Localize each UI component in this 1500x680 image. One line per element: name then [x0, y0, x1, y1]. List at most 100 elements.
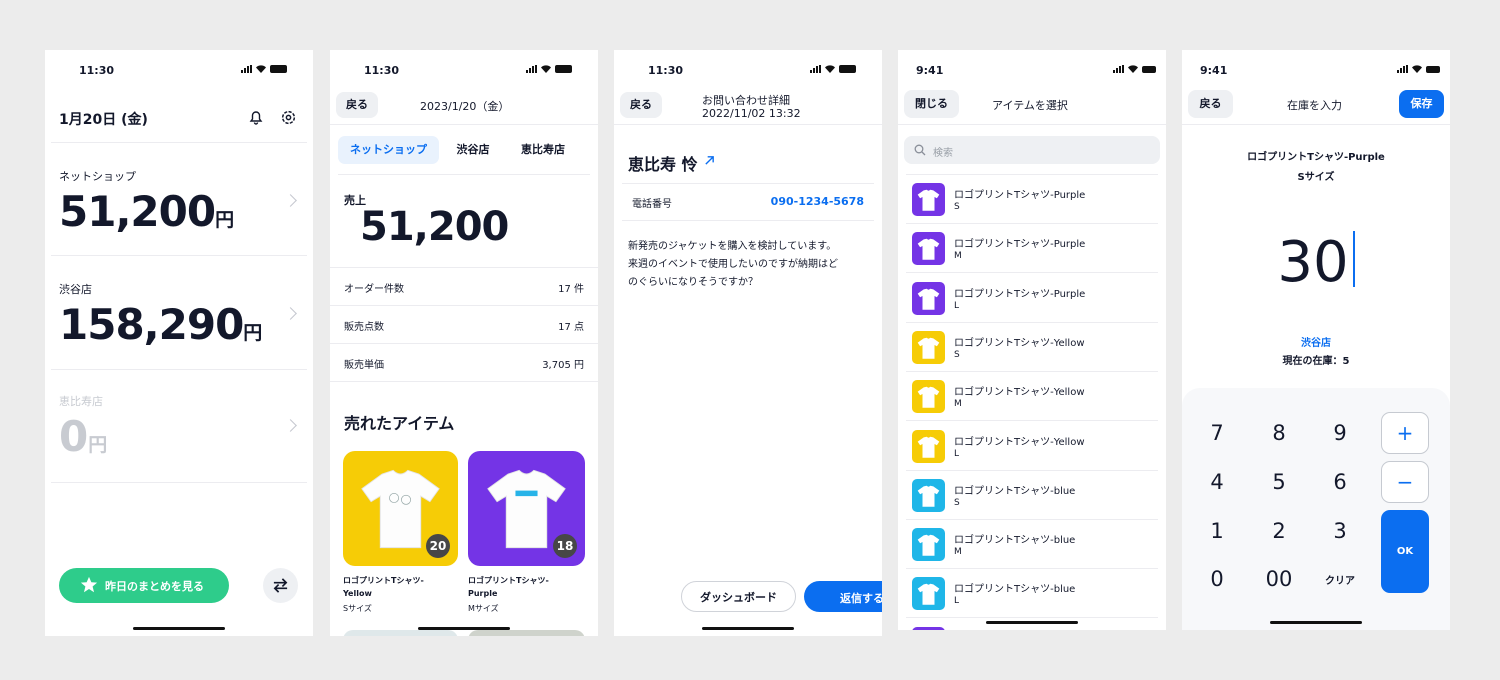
list-item[interactable]: ロゴプリントTシャツ-Purple M: [898, 224, 1166, 274]
key-1[interactable]: 1: [1197, 519, 1237, 543]
list-item[interactable]: ロゴプリントTシャツ-Purple L: [898, 274, 1166, 323]
list-item[interactable]: ロゴプリントTシャツ-Yellow M: [898, 372, 1166, 422]
divider: [51, 482, 307, 483]
tshirt-icon: [917, 189, 940, 211]
list-item[interactable]: ロゴプリントTシャツ-blue M: [898, 520, 1166, 570]
battery-icon: [1426, 65, 1440, 73]
divider: [330, 124, 598, 125]
key-00[interactable]: 00: [1254, 567, 1304, 591]
item-size: Mサイズ: [468, 604, 499, 613]
battery-icon: [555, 65, 572, 73]
summary-button[interactable]: 昨日のまとめを見る: [59, 568, 229, 603]
key-7[interactable]: 7: [1197, 421, 1237, 445]
back-button[interactable]: 戻る: [336, 92, 378, 118]
status-time: 11:30: [364, 64, 400, 77]
stock-value-display[interactable]: 30: [1182, 230, 1450, 295]
key-0[interactable]: 0: [1197, 567, 1237, 591]
list-item[interactable]: ロゴプリントTシャツ-Yellow S: [898, 323, 1166, 372]
key-9[interactable]: 9: [1320, 421, 1360, 445]
item-name: ロゴプリントTシャツ-Purple: [954, 288, 1086, 300]
divider: [622, 183, 874, 184]
ok-button[interactable]: OK: [1381, 510, 1429, 593]
back-button[interactable]: 戻る: [1188, 90, 1233, 118]
signal-icon: [1397, 65, 1408, 73]
status-bar: 11:30: [45, 64, 313, 78]
tab-netshop[interactable]: ネットショップ: [338, 136, 439, 164]
store-card-shibuya[interactable]: 渋谷店 158,290円: [45, 256, 313, 369]
key-4[interactable]: 4: [1197, 470, 1237, 494]
summary-button-label: 昨日のまとめを見る: [105, 580, 204, 593]
item-name: ロゴプリントTシャツ-blue: [954, 485, 1076, 497]
status-time: 11:30: [648, 64, 684, 77]
tshirt-icon: [917, 584, 940, 606]
plus-button[interactable]: +: [1381, 412, 1429, 454]
battery-icon: [839, 65, 856, 73]
list-item[interactable]: ロゴプリントTシャツ-Yellow L: [898, 422, 1166, 471]
store-amount: 158,290円: [59, 300, 262, 349]
customer-name[interactable]: 恵比寿 怜: [628, 151, 698, 175]
screen-inquiry-detail: 11:30 戻る お問い合わせ詳細 2022/11/02 13:32 恵比寿 怜…: [614, 50, 882, 636]
metric-row: 販売単価 3,705 円: [330, 344, 598, 382]
bell-icon[interactable]: [248, 109, 264, 125]
key-5[interactable]: 5: [1259, 470, 1299, 494]
switch-button[interactable]: [263, 568, 298, 603]
home-indicator: [986, 621, 1078, 624]
screen-item-select: 9:41 閉じる アイテムを選択 検索 ロゴプリントTシャツ-Purple S ロゴ…: [898, 50, 1166, 630]
item-thumbnail: [912, 528, 945, 562]
sold-item-card[interactable]: 20 ロゴプリントTシャツ-Yellow Sサイズ: [343, 451, 458, 614]
list-item-partial-thumb: [912, 627, 945, 630]
save-button[interactable]: 保存: [1399, 90, 1444, 118]
amount-value: 0: [59, 412, 89, 461]
minus-button[interactable]: −: [1381, 461, 1429, 503]
dashboard-button[interactable]: ダッシュボード: [681, 581, 796, 612]
item-size: L: [954, 596, 960, 607]
item-name: ロゴプリントTシャツ-Purple: [954, 190, 1086, 201]
metric-row: オーダー件数 17 件: [330, 268, 598, 306]
list-item[interactable]: ロゴプリントTシャツ-Purple S: [898, 175, 1166, 224]
key-8[interactable]: 8: [1259, 421, 1299, 445]
sold-item-card[interactable]: 18 ロゴプリントTシャツ-Purple Mサイズ: [468, 451, 585, 614]
list-item[interactable]: ロゴプリントTシャツ-blue S: [898, 471, 1166, 520]
divider: [1182, 124, 1450, 125]
wifi-icon: [256, 65, 266, 73]
search-field[interactable]: 検索: [904, 136, 1160, 164]
metric-label: オーダー件数: [344, 284, 404, 295]
message-line: のぐらいになりそうですか？: [628, 277, 758, 288]
store-card-netshop[interactable]: ネットショップ 51,200円: [45, 143, 313, 255]
back-button[interactable]: 戻る: [620, 92, 662, 118]
metric-value: 17 点: [558, 322, 584, 333]
key-clear[interactable]: クリア: [1315, 572, 1365, 587]
item-name: ロゴプリントTシャツ-Yellow: [954, 436, 1085, 448]
metric-label: 販売単価: [344, 360, 384, 371]
sales-value: 51,200: [360, 204, 509, 250]
reply-button[interactable]: 返信する: [804, 581, 882, 612]
tab-ebisu[interactable]: 恵比寿店: [512, 136, 574, 164]
signal-icon: [810, 65, 821, 73]
store-name: 恵比寿店: [59, 395, 103, 408]
key-2[interactable]: 2: [1259, 519, 1299, 543]
item-name: ロゴプリントTシャツ-Yellow: [954, 337, 1085, 349]
gear-icon[interactable]: [280, 109, 297, 126]
item-name: ロゴプリントTシャツ-Purple: [954, 239, 1086, 251]
close-button[interactable]: 閉じる: [904, 90, 959, 118]
item-size: S: [954, 497, 960, 508]
signal-icon: [1113, 65, 1124, 73]
list-item[interactable]: ロゴプリントTシャツ-blue L: [898, 569, 1166, 619]
store-card-ebisu[interactable]: 恵比寿店 0円: [45, 370, 313, 482]
phone-link[interactable]: 090-1234-5678: [771, 195, 864, 208]
key-6[interactable]: 6: [1320, 470, 1360, 494]
status-bar: 9:41: [898, 64, 1166, 78]
item-size: M: [954, 547, 962, 558]
metric-label: 販売点数: [344, 322, 384, 333]
item-name: ロゴプリントTシャツ-Yellow: [343, 576, 424, 598]
key-3[interactable]: 3: [1320, 519, 1360, 543]
status-icons: [241, 65, 287, 73]
wifi-icon: [541, 65, 551, 73]
external-link-icon[interactable]: [704, 155, 715, 166]
header-title: 在庫を入力: [1287, 99, 1342, 112]
tshirt-icon: [917, 436, 940, 458]
tab-shibuya[interactable]: 渋谷店: [448, 136, 498, 164]
metric-value: 17 件: [558, 284, 584, 295]
product-name: ロゴプリントTシャツ-Purple: [1247, 152, 1385, 163]
status-bar: 11:30: [614, 64, 882, 78]
